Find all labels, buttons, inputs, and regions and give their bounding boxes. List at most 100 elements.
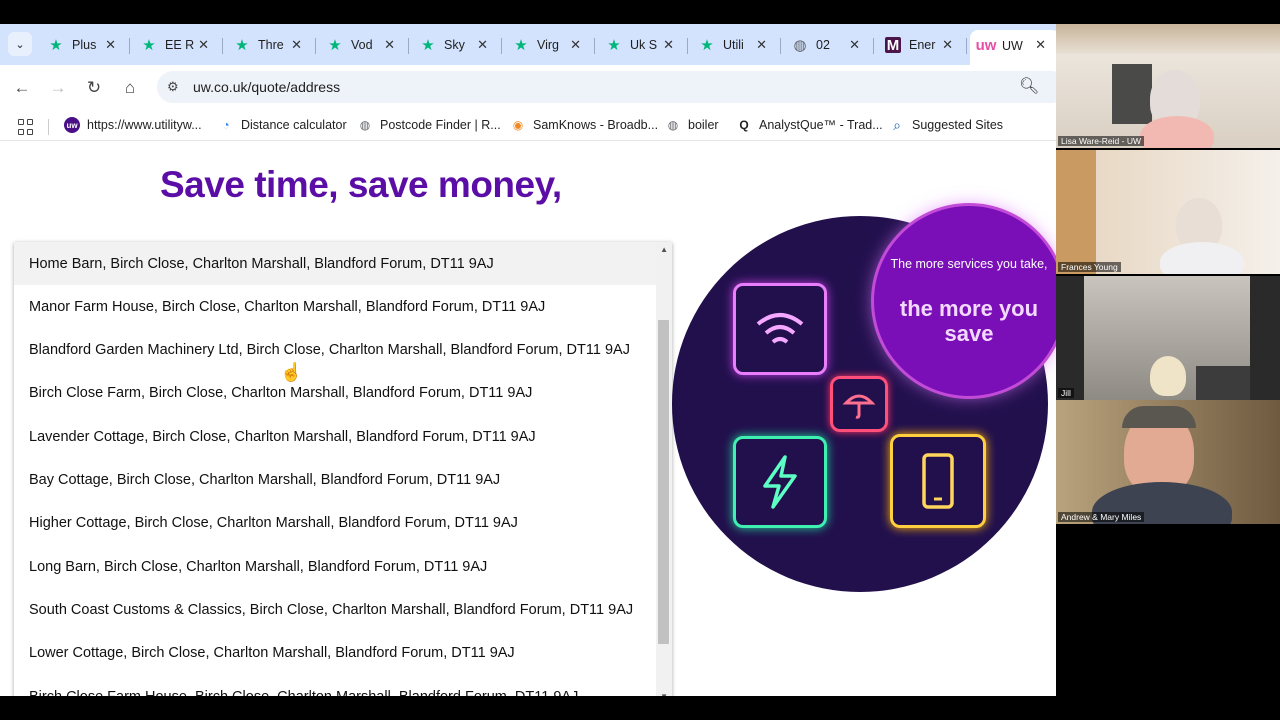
- umbrella-icon: [830, 376, 888, 432]
- browser-tab[interactable]: ★ Sky ✕: [412, 30, 502, 60]
- bookmark-label: boiler: [688, 118, 719, 132]
- bookmark-item[interactable]: ◍ Postcode Finder | R...: [357, 117, 501, 133]
- browser-tab[interactable]: uw UW ✕: [970, 30, 1056, 65]
- page-title: Save time, save money,: [160, 164, 562, 205]
- tab-title: Uk S: [630, 38, 658, 52]
- address-option[interactable]: Long Barn, Birch Close, Charlton Marshal…: [14, 545, 656, 588]
- bookmark-label: Suggested Sites: [912, 118, 1004, 132]
- address-option[interactable]: South Coast Customs & Classics, Birch Cl…: [14, 588, 656, 631]
- browser-tab[interactable]: ★ Utili ✕: [691, 30, 781, 60]
- home-icon: ⌂: [124, 78, 136, 97]
- tab-separator: [873, 38, 874, 54]
- address-option[interactable]: Blandford Garden Machinery Ltd, Birch Cl…: [14, 329, 656, 372]
- address-option[interactable]: Lavender Cottage, Birch Close, Charlton …: [14, 415, 656, 458]
- address-option[interactable]: Lower Cottage, Birch Close, Charlton Mar…: [14, 632, 656, 675]
- bookmark-label: SamKnows - Broadb...: [533, 118, 659, 132]
- bookmark-label: https://www.utilityw...: [87, 118, 202, 132]
- trustpilot-star-icon: ★: [235, 37, 249, 54]
- trustpilot-star-icon: ★: [49, 37, 63, 54]
- bookmark-label: Postcode Finder | R...: [380, 118, 501, 132]
- close-icon[interactable]: ✕: [477, 37, 488, 53]
- trustpilot-star-icon: ★: [700, 37, 714, 54]
- close-icon[interactable]: ✕: [105, 37, 116, 53]
- close-icon[interactable]: ✕: [384, 37, 395, 53]
- close-icon[interactable]: ✕: [663, 37, 674, 53]
- url-text[interactable]: uw.co.uk/quote/address: [193, 79, 340, 95]
- address-option[interactable]: Birch Close Farm House, Birch Close, Cha…: [14, 675, 656, 697]
- participant-name: Frances Young: [1058, 262, 1121, 272]
- close-icon[interactable]: ✕: [942, 37, 953, 53]
- scroll-up-icon[interactable]: ▲: [660, 245, 668, 254]
- zoom-icon[interactable]: 🔍︎: [1019, 76, 1039, 96]
- badge-big-text: the more you save: [899, 296, 1039, 346]
- apps-grid-icon[interactable]: [18, 119, 34, 135]
- scrollbar[interactable]: ▲ ▼: [656, 242, 672, 696]
- scroll-down-icon[interactable]: ▼: [660, 692, 668, 696]
- screen: ⌄ ★ Plus ✕ ★ EE R ✕ ★ Thre ✕ ★ Vod ✕ ★ Sky ✕ ★ Virg ✕ ★ Uk …: [0, 0, 1280, 720]
- close-icon[interactable]: ✕: [849, 37, 860, 53]
- bookmarks-bar: uw https://www.utilityw... ◔ Distance calcu…: [0, 111, 1056, 141]
- home-button[interactable]: ⌂: [117, 75, 143, 101]
- browser-tab[interactable]: ★ EE R ✕: [133, 30, 223, 60]
- tab-title: 02: [816, 38, 830, 52]
- address-option[interactable]: Higher Cottage, Birch Close, Charlton Ma…: [14, 502, 656, 545]
- badge-small-text: The more services you take,: [890, 257, 1048, 271]
- bookmark-item[interactable]: uw https://www.utilityw...: [64, 117, 202, 133]
- bookmark-item[interactable]: ◍ boiler: [665, 117, 719, 133]
- trustpilot-star-icon: ★: [328, 37, 342, 54]
- participant-name: Lisa Ware-Reid - UW: [1058, 136, 1144, 146]
- tab-title: EE R: [165, 38, 195, 52]
- scrollbar-thumb[interactable]: [658, 320, 669, 644]
- browser-tab[interactable]: ★ Vod ✕: [319, 30, 409, 60]
- address-option[interactable]: Manor Farm House, Birch Close, Charlton …: [14, 285, 656, 328]
- quote-address-page: Save time, save money, The more services…: [0, 142, 1056, 696]
- tab-separator: [129, 38, 130, 54]
- globe-icon: ◍: [359, 118, 371, 132]
- site-settings-icon[interactable]: ⚙: [167, 79, 179, 95]
- bookmark-label: AnalystQue™ - Trad...: [759, 118, 883, 132]
- q-logo-icon: Q: [739, 118, 749, 132]
- video-tile[interactable]: Andrew & Mary Miles: [1056, 400, 1280, 524]
- video-tile[interactable]: Frances Young: [1056, 150, 1280, 274]
- address-dropdown-list[interactable]: Home Barn, Birch Close, Charlton Marshal…: [14, 242, 672, 696]
- video-tile[interactable]: Jill: [1056, 276, 1280, 400]
- address-option[interactable]: Home Barn, Birch Close, Charlton Marshal…: [14, 242, 656, 285]
- participant-name: Andrew & Mary Miles: [1058, 512, 1145, 522]
- tab-separator: [780, 38, 781, 54]
- reload-button[interactable]: ↻: [81, 75, 107, 101]
- bookmark-item[interactable]: ◔ Distance calculator: [218, 117, 346, 133]
- close-icon[interactable]: ✕: [1035, 37, 1046, 53]
- back-arrow-icon: ←: [13, 78, 31, 97]
- video-tile[interactable]: Lisa Ware-Reid - UW: [1056, 24, 1280, 148]
- address-option[interactable]: Bay Cottage, Birch Close, Charlton Marsh…: [14, 459, 656, 502]
- browser-tab[interactable]: M Ener ✕: [877, 30, 967, 60]
- tab-title: Vod: [351, 38, 373, 52]
- browser-tab[interactable]: ★ Uk S ✕: [598, 30, 688, 60]
- trustpilot-star-icon: ★: [421, 37, 435, 54]
- back-button[interactable]: ←: [9, 75, 35, 101]
- tab-separator: [408, 38, 409, 54]
- bookmark-item[interactable]: ⌕ Suggested Sites: [889, 117, 1003, 133]
- browser-tab[interactable]: ★ Thre ✕: [226, 30, 316, 60]
- tab-search-button[interactable]: ⌄: [8, 32, 32, 56]
- close-icon[interactable]: ✕: [756, 37, 767, 53]
- address-bar[interactable]: ⚙ uw.co.uk/quote/address 🔍︎: [157, 71, 1056, 103]
- close-icon[interactable]: ✕: [570, 37, 581, 53]
- browser-tab[interactable]: ◍ 02 ✕: [784, 30, 874, 60]
- uw-logo-icon: uw: [64, 117, 80, 133]
- close-icon[interactable]: ✕: [198, 37, 209, 53]
- close-icon[interactable]: ✕: [291, 37, 302, 53]
- video-call-panel: Lisa Ware-Reid - UW Frances Young Jill A…: [1056, 24, 1280, 526]
- bookmark-item[interactable]: ◉ SamKnows - Broadb...: [510, 117, 658, 133]
- eye-icon: ◉: [512, 118, 524, 132]
- tab-title: Plus: [72, 38, 97, 52]
- forward-button[interactable]: →: [45, 75, 71, 101]
- trustpilot-star-icon: ★: [607, 37, 621, 54]
- address-option[interactable]: Birch Close Farm, Birch Close, Charlton …: [14, 372, 656, 415]
- browser-tab[interactable]: ★ Virg ✕: [505, 30, 595, 60]
- tab-title: Sky: [444, 38, 465, 52]
- bookmark-item[interactable]: Q AnalystQue™ - Trad...: [736, 117, 883, 133]
- trustpilot-star-icon: ★: [514, 37, 528, 54]
- tab-title: UW: [1002, 38, 1023, 53]
- browser-tab[interactable]: ★ Plus ✕: [40, 30, 130, 60]
